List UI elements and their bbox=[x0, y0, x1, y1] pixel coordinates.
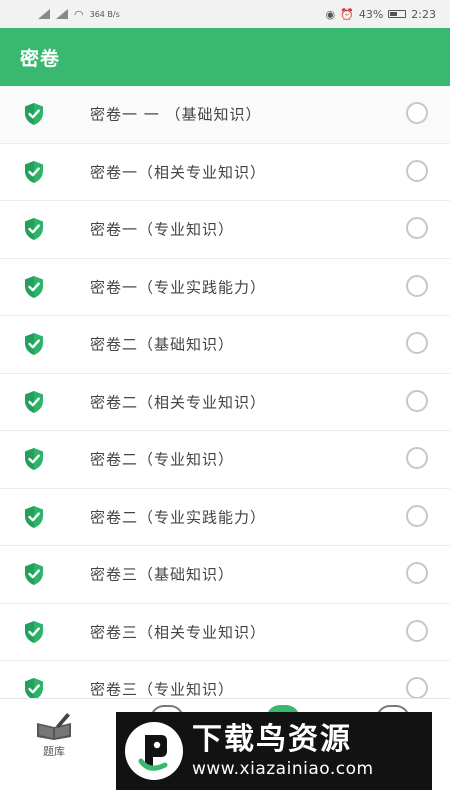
list-item-label: 密卷三（相关专业知识） bbox=[90, 623, 267, 642]
battery-icon bbox=[388, 10, 407, 18]
list-item-label: 密卷一 一 （基础知识） bbox=[90, 105, 262, 124]
exam-list: 密卷一 一 （基础知识） 密卷一（相关专业知识） 密卷一（专业知识） 密卷一（专… bbox=[0, 86, 450, 698]
screen: ◠ 364 B/s ◉ ⏰ 43% 2:23 密卷 密卷一 一 （基础知识） 密… bbox=[0, 0, 450, 800]
clock: 2:23 bbox=[411, 7, 436, 21]
list-item-label: 密卷三（专业知识） bbox=[90, 680, 235, 698]
network-speed: 364 B/s bbox=[89, 9, 120, 19]
radio-button[interactable] bbox=[406, 447, 428, 470]
list-item[interactable]: 密卷三（基础知识） bbox=[0, 546, 450, 604]
shield-icon bbox=[25, 275, 43, 298]
nav-item-tiku[interactable]: 题库 bbox=[26, 711, 82, 761]
radio-button[interactable] bbox=[406, 217, 428, 240]
watermark-title: 下载鸟资源 bbox=[192, 722, 352, 757]
shield-icon bbox=[25, 103, 43, 126]
bird-logo-icon bbox=[125, 722, 183, 780]
nav-label-tiku: 题库 bbox=[43, 745, 65, 758]
radio-button[interactable] bbox=[406, 274, 428, 297]
radio-button[interactable] bbox=[406, 677, 428, 698]
list-item[interactable]: 密卷一（专业实践能力） bbox=[0, 258, 450, 316]
list-item-label: 密卷二（专业实践能力） bbox=[90, 508, 267, 527]
alarm-icon: ⏰ bbox=[340, 7, 354, 21]
status-right: ◉ ⏰ 43% 2:23 bbox=[326, 8, 436, 21]
radio-button[interactable] bbox=[406, 389, 428, 412]
radio-button[interactable] bbox=[406, 159, 428, 182]
list-item-label: 密卷二（专业知识） bbox=[90, 450, 235, 469]
shield-icon bbox=[25, 390, 43, 413]
list-item[interactable]: 密卷一（专业知识） bbox=[0, 201, 450, 259]
list-item-label: 密卷三（基础知识） bbox=[90, 565, 235, 584]
list-item[interactable]: 密卷三（专业知识） bbox=[0, 661, 450, 698]
watermark-url: www.xiazainiao.com bbox=[192, 759, 374, 779]
list-item[interactable]: 密卷一 一 （基础知识） bbox=[0, 86, 450, 144]
shield-icon bbox=[25, 218, 43, 241]
page-title: 密卷 bbox=[20, 47, 61, 70]
shield-icon bbox=[25, 160, 43, 183]
battery-percent: 43% bbox=[358, 7, 384, 21]
status-bar: ◠ 364 B/s ◉ ⏰ 43% 2:23 bbox=[0, 0, 450, 28]
watermark-text: 下载鸟资源 www.xiazainiao.com bbox=[192, 722, 374, 780]
eye-icon: ◉ bbox=[325, 7, 336, 21]
signal-icon bbox=[56, 9, 68, 19]
app-bar: 密卷 bbox=[0, 28, 450, 86]
list-item[interactable]: 密卷一（相关专业知识） bbox=[0, 143, 450, 201]
radio-button[interactable] bbox=[406, 102, 428, 125]
list-item-label: 密卷二（基础知识） bbox=[90, 335, 235, 354]
list-item[interactable]: 密卷三（相关专业知识） bbox=[0, 603, 450, 661]
radio-button[interactable] bbox=[406, 332, 428, 355]
shield-icon bbox=[25, 563, 43, 586]
list-item-label: 密卷二（相关专业知识） bbox=[90, 393, 267, 412]
list-item-label: 密卷一（相关专业知识） bbox=[90, 163, 267, 182]
book-pen-icon bbox=[37, 713, 71, 740]
list-item[interactable]: 密卷二（相关专业知识） bbox=[0, 373, 450, 431]
list-item-label: 密卷一（专业实践能力） bbox=[90, 278, 267, 297]
radio-button[interactable] bbox=[406, 562, 428, 585]
shield-icon bbox=[25, 448, 43, 471]
watermark-banner: 下载鸟资源 www.xiazainiao.com bbox=[116, 712, 432, 790]
list-item[interactable]: 密卷二（专业实践能力） bbox=[0, 488, 450, 546]
shield-icon bbox=[25, 333, 43, 356]
list-item-label: 密卷一（专业知识） bbox=[90, 220, 235, 239]
radio-button[interactable] bbox=[406, 504, 428, 527]
wifi-icon: ◠ bbox=[74, 7, 84, 21]
shield-icon bbox=[25, 505, 43, 528]
list-item[interactable]: 密卷二（专业知识） bbox=[0, 431, 450, 489]
status-left: ◠ 364 B/s bbox=[38, 8, 120, 21]
shield-icon bbox=[25, 620, 43, 643]
shield-icon bbox=[25, 678, 43, 698]
signal-icon bbox=[38, 9, 50, 19]
radio-button[interactable] bbox=[406, 619, 428, 642]
list-item[interactable]: 密卷二（基础知识） bbox=[0, 316, 450, 374]
